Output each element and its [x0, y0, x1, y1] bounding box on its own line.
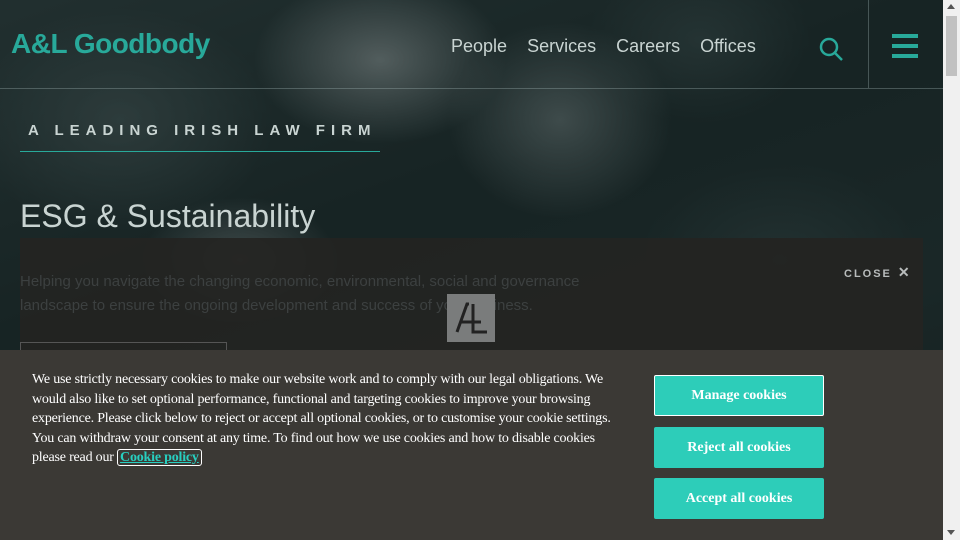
cookie-banner: We use strictly necessary cookies to mak… [0, 350, 943, 540]
accept-cookies-button[interactable]: Accept all cookies [654, 478, 824, 519]
close-icon: ✕ [897, 264, 912, 280]
hamburger-menu-icon[interactable] [892, 34, 918, 58]
cookie-message: We use strictly necessary cookies to mak… [32, 370, 622, 468]
close-button[interactable]: CLOSE ✕ [844, 264, 912, 281]
main-nav: People Services Careers Offices [451, 36, 756, 57]
al-logo-icon [447, 294, 495, 342]
hero-tagline: A LEADING IRISH LAW FIRM [28, 122, 377, 139]
site-header: A&L Goodbody People Services Careers Off… [0, 0, 943, 89]
hero-intro: Helping you navigate the changing econom… [20, 273, 580, 314]
scroll-thumb[interactable] [946, 16, 957, 76]
tagline-underline [20, 151, 380, 152]
cookie-policy-link[interactable]: Cookie policy [117, 449, 202, 466]
page-scrollbar[interactable] [943, 0, 960, 540]
scroll-down-icon[interactable] [947, 530, 955, 535]
search-icon[interactable] [818, 36, 844, 62]
site-logo[interactable]: A&L Goodbody [11, 28, 210, 60]
reject-cookies-button[interactable]: Reject all cookies [654, 427, 824, 468]
nav-services[interactable]: Services [527, 36, 596, 57]
nav-careers[interactable]: Careers [616, 36, 680, 57]
nav-people[interactable]: People [451, 36, 507, 57]
header-divider [868, 0, 869, 88]
page-title: ESG & Sustainability [20, 198, 316, 234]
scroll-up-icon[interactable] [947, 4, 955, 9]
close-label: CLOSE [844, 268, 892, 280]
manage-cookies-button[interactable]: Manage cookies [654, 375, 824, 416]
nav-offices[interactable]: Offices [700, 36, 756, 57]
